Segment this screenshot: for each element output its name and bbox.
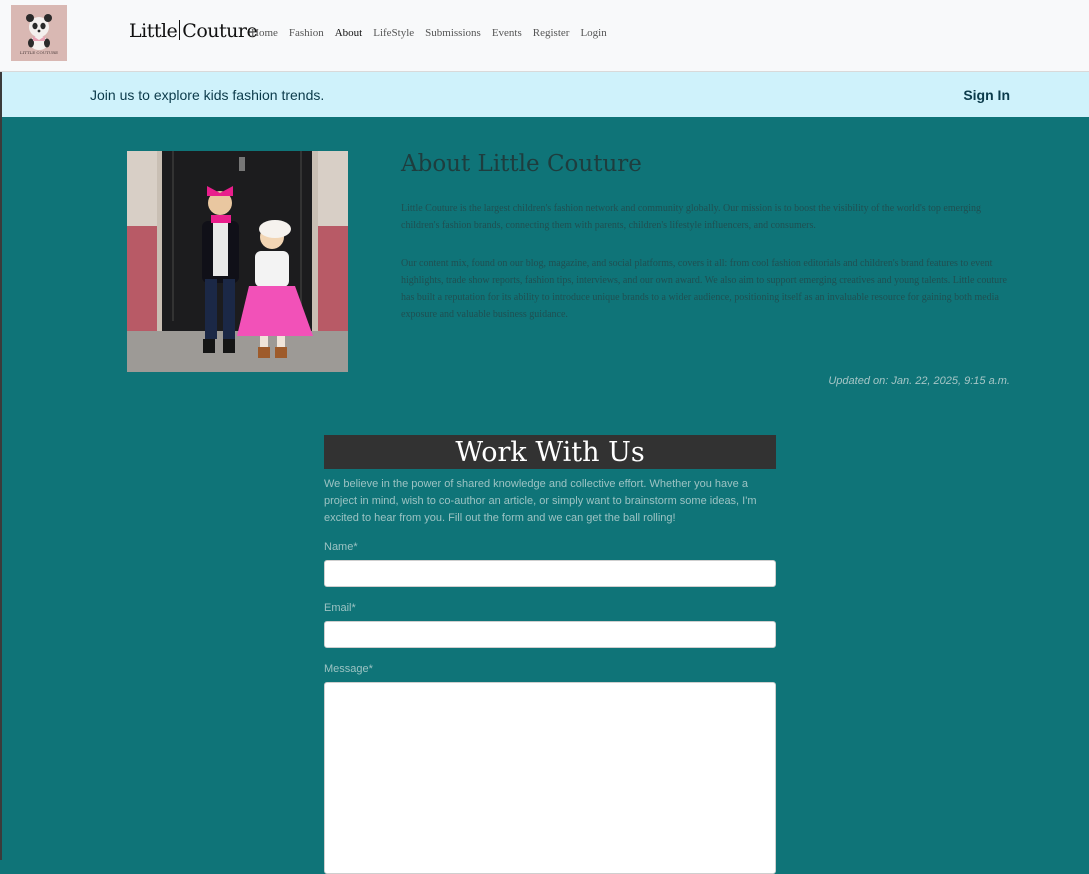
logo-text: LITTLE COUTURE [19, 50, 59, 55]
email-field[interactable] [324, 621, 776, 648]
email-label: Email* [324, 602, 356, 614]
brand-title[interactable]: Little Couture [129, 20, 258, 42]
nav-events[interactable]: Events [492, 27, 522, 39]
nav-lifestyle[interactable]: LifeStyle [373, 27, 414, 39]
page-left-border [0, 72, 2, 860]
name-label: Name* [324, 541, 358, 553]
banner-message: Join us to explore kids fashion trends. [90, 87, 325, 103]
nav-fashion[interactable]: Fashion [289, 27, 324, 39]
nav-submissions[interactable]: Submissions [425, 27, 481, 39]
message-label: Message* [324, 663, 373, 675]
brand-left: Little [129, 20, 178, 42]
brand-right: Couture [182, 20, 258, 42]
nav-home[interactable]: Home [251, 27, 278, 39]
sign-in-link[interactable]: Sign In [963, 87, 1010, 103]
about-paragraph-2: Our content mix, found on our blog, maga… [401, 258, 1007, 320]
about-photo [127, 151, 348, 372]
message-field[interactable] [324, 682, 776, 874]
main-nav: Home Fashion About LifeStyle Submissions… [251, 27, 618, 39]
work-with-us-intro: We believe in the power of shared knowle… [324, 478, 757, 524]
nav-login[interactable]: Login [580, 27, 606, 39]
about-title: About Little Couture [401, 151, 642, 177]
site-logo[interactable]: LITTLE COUTURE [11, 5, 67, 61]
name-field[interactable] [324, 560, 776, 587]
nav-register[interactable]: Register [533, 27, 570, 39]
updated-timestamp: Updated on: Jan. 22, 2025, 9:15 a.m. [828, 375, 1010, 387]
work-with-us-heading: Work With Us [324, 435, 776, 469]
nav-about[interactable]: About [335, 27, 363, 39]
announcement-banner: Join us to explore kids fashion trends. … [2, 72, 1089, 117]
navbar: LITTLE COUTURE Little Couture Home Fashio… [0, 0, 1089, 72]
brand-divider [179, 20, 181, 40]
about-paragraph-1: Little Couture is the largest children's… [401, 203, 982, 231]
